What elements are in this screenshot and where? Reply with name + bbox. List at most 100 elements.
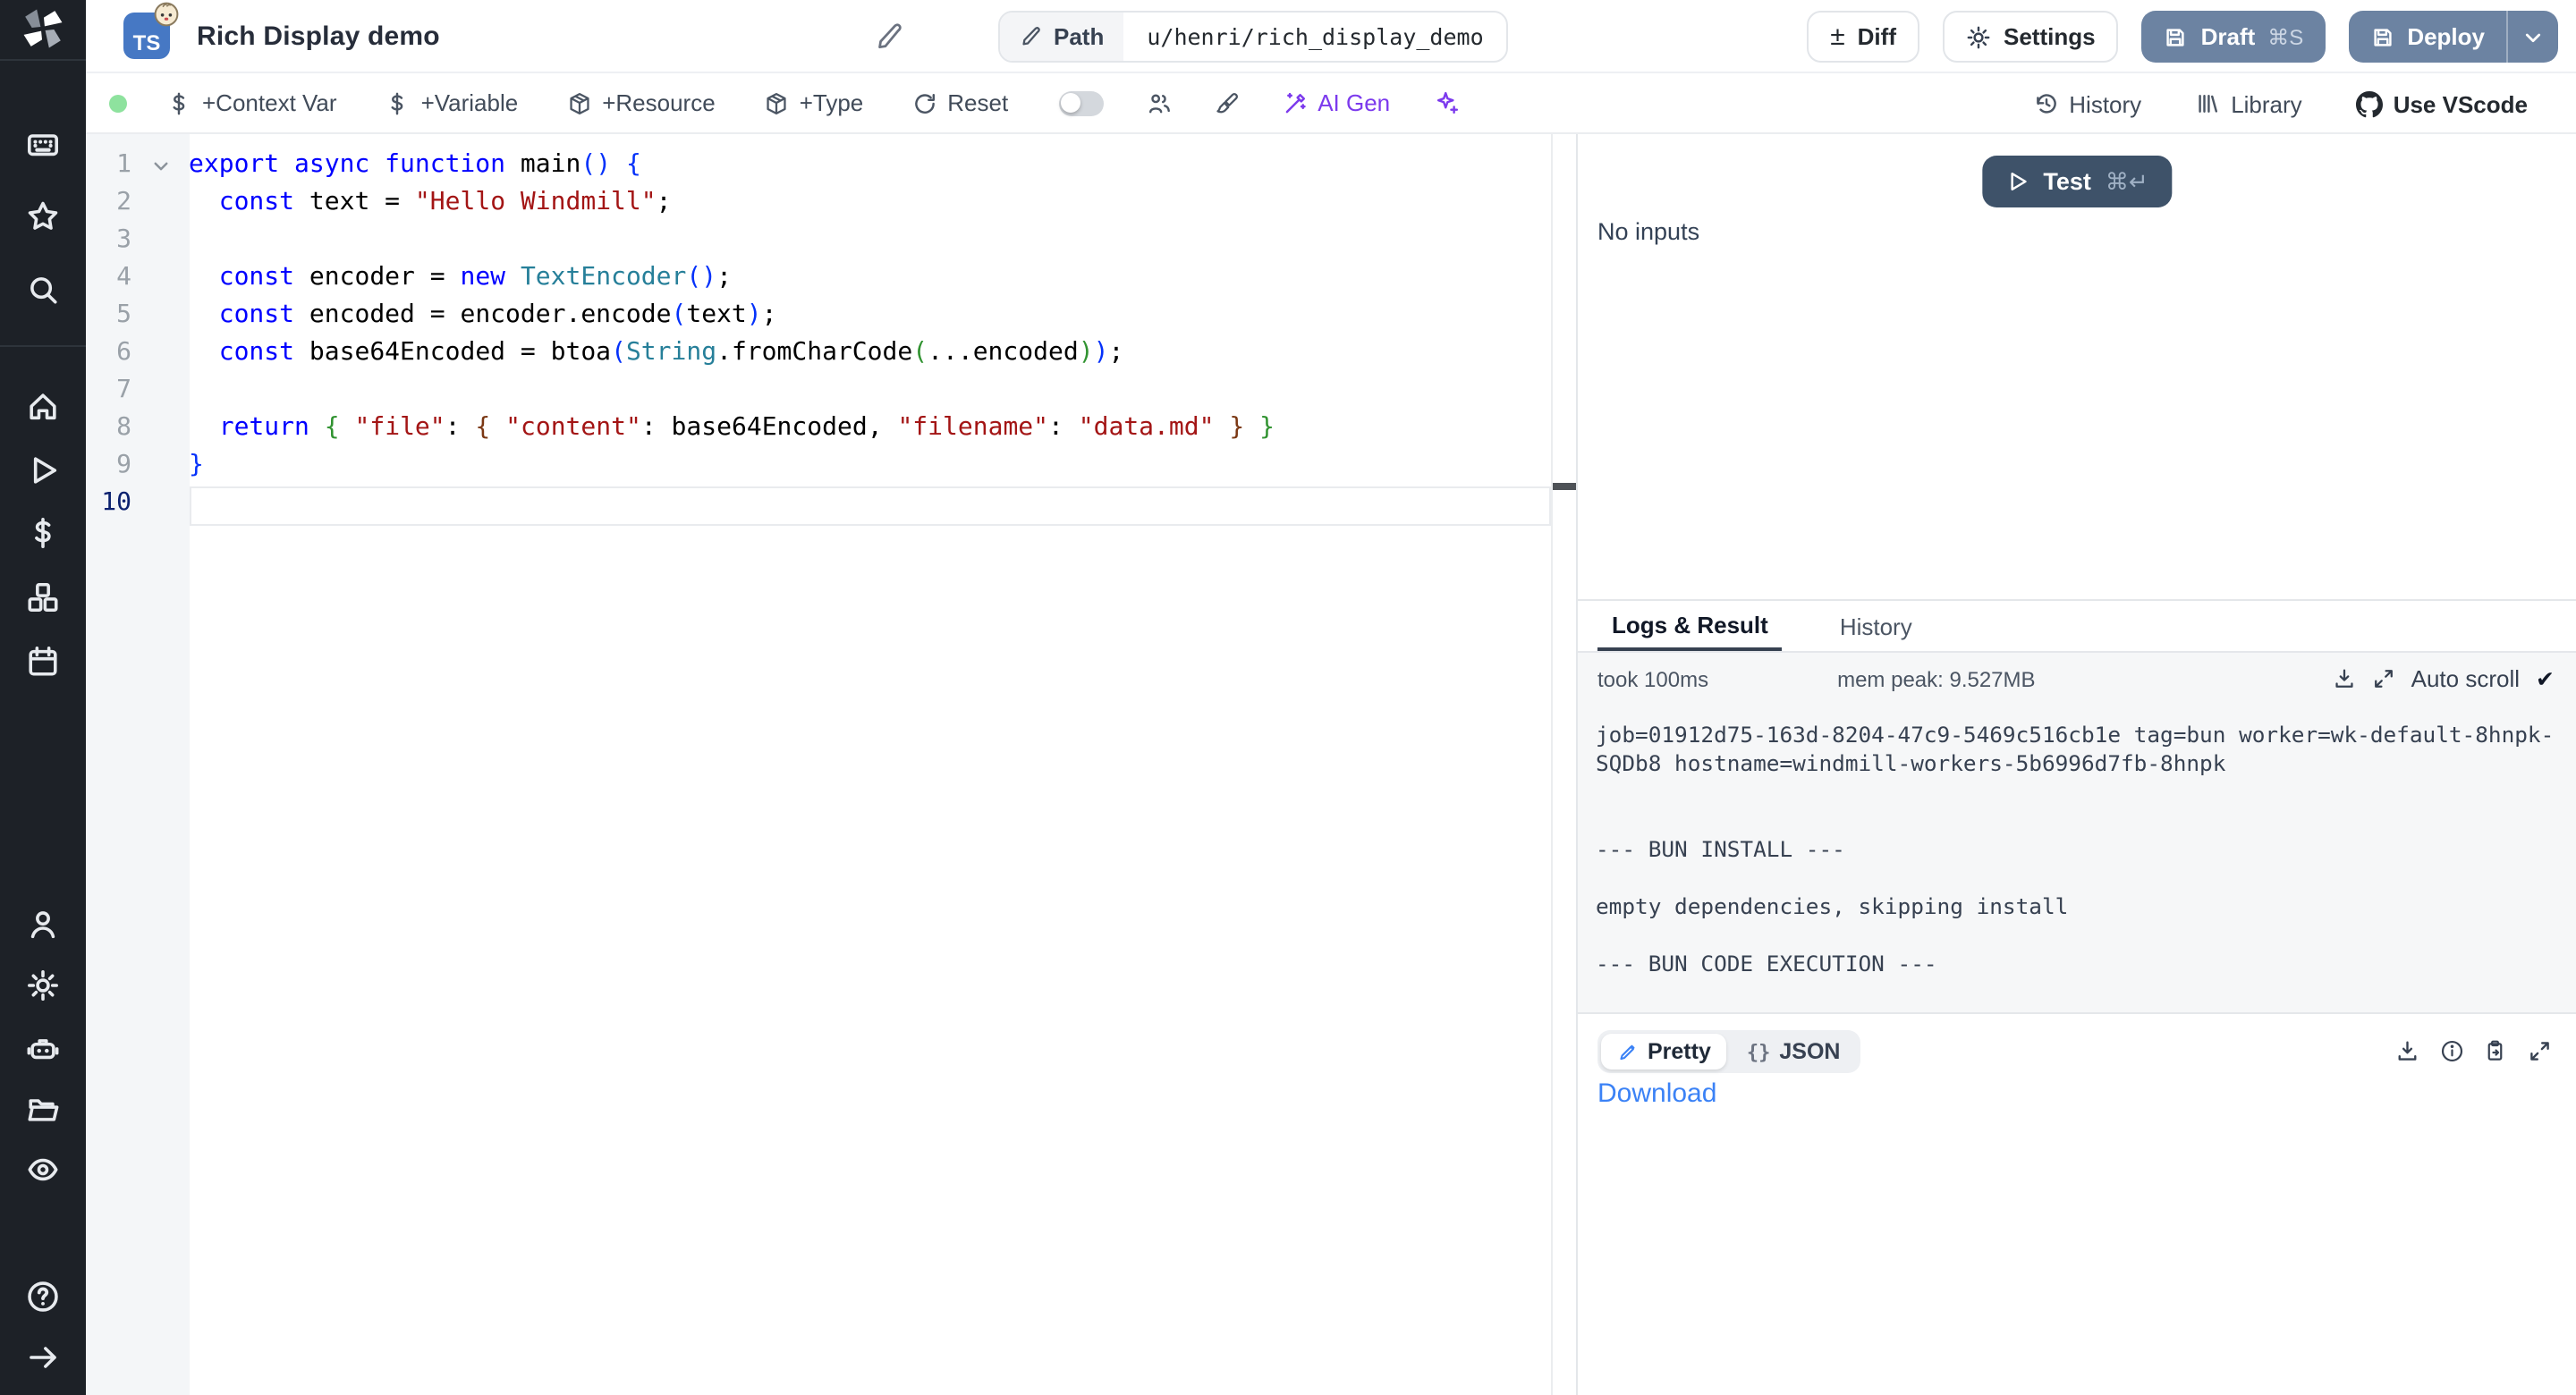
pretty-view-button[interactable]: Pretty [1601, 1034, 1727, 1070]
favorites-star-icon[interactable] [26, 199, 60, 233]
path-chip[interactable]: Path u/henri/rich_display_demo [998, 11, 1509, 63]
collapse-arrow-icon[interactable] [26, 1340, 60, 1374]
code-line[interactable]: 1export async function main() { [86, 147, 1576, 184]
sidebar [0, 0, 86, 1395]
package-icon [764, 90, 789, 115]
duration-text: took 100ms [1597, 666, 1708, 691]
settings-gear-icon[interactable] [26, 968, 60, 1002]
expand-result-icon[interactable] [2527, 1040, 2551, 1064]
workers-robot-icon[interactable] [26, 1031, 60, 1065]
sidebar-divider [0, 59, 86, 61]
deploy-label: Deploy [2407, 23, 2485, 50]
auto-scroll-toggle[interactable]: Auto scroll [2411, 665, 2520, 692]
runs-play-icon[interactable] [26, 453, 60, 487]
users-person-icon[interactable] [26, 908, 60, 942]
tab-logs-result[interactable]: Logs & Result [1597, 601, 1783, 651]
code-editor[interactable]: 1export async function main() {2 const t… [86, 134, 1576, 1395]
add-type-button[interactable]: +Type [764, 89, 864, 116]
code-line[interactable]: 5 const encoded = encoder.encode(text); [86, 297, 1576, 334]
schedules-calendar-icon[interactable] [26, 645, 60, 679]
test-button[interactable]: Test ⌘↵ [1982, 156, 2171, 207]
fold-gutter [131, 485, 189, 522]
download-file-link[interactable]: Download [1597, 1078, 1716, 1109]
format-code-button[interactable] [1214, 90, 1239, 115]
library-button[interactable]: Library [2195, 90, 2302, 117]
ai-gen-button[interactable]: AI Gen [1282, 89, 1390, 116]
header: TS Rich Display demo [86, 0, 2576, 73]
diff-label: Diff [1858, 23, 1896, 50]
home-icon[interactable] [26, 389, 60, 423]
edit-summary-pencil-icon[interactable] [875, 21, 905, 52]
fold-gutter [131, 184, 189, 222]
audit-logs-eye-icon[interactable] [26, 1153, 60, 1187]
path-value[interactable]: u/henri/rich_display_demo [1123, 13, 1506, 61]
logs-section: Logs & Result History took 100ms mem pea… [1578, 599, 2576, 1012]
code-line[interactable]: 4 const encoder = new TextEncoder(); [86, 259, 1576, 297]
add-context-var-button[interactable]: +Context Var [166, 89, 337, 116]
expand-logs-icon[interactable] [2372, 667, 2395, 690]
tab-history[interactable]: History [1826, 601, 1927, 651]
diff-icon: ± [1830, 23, 1844, 50]
download-logs-icon[interactable] [2333, 667, 2356, 690]
info-icon[interactable] [2439, 1040, 2463, 1064]
reset-label: Reset [947, 89, 1008, 116]
fold-gutter [131, 372, 189, 410]
settings-label: Settings [2004, 23, 2096, 50]
draft-shortcut: ⌘S [2267, 24, 2303, 49]
result-view-switch: Pretty {} JSON [1597, 1030, 1860, 1073]
line-number: 3 [86, 222, 131, 259]
deploy-main[interactable]: Deploy [2348, 11, 2506, 63]
code-line[interactable]: 2 const text = "Hello Windmill"; [86, 184, 1576, 222]
line-number: 5 [86, 297, 131, 334]
deploy-dropdown[interactable] [2506, 11, 2558, 63]
ai-sparkles-icon[interactable] [1433, 89, 1460, 116]
language-badge: TS [123, 13, 170, 59]
code-line[interactable]: 8 return { "file": { "content": base64En… [86, 410, 1576, 447]
code-line[interactable]: 7 [86, 372, 1576, 410]
magic-wand-icon [1282, 90, 1307, 115]
save-icon [2164, 24, 2189, 49]
no-inputs-text: No inputs [1597, 218, 1699, 245]
use-vscode-button[interactable]: Use VScode [2356, 90, 2528, 117]
code-text: export async function main() { [189, 147, 641, 184]
fold-gutter [131, 410, 189, 447]
deploy-button[interactable]: Deploy [2348, 11, 2558, 63]
search-icon[interactable] [26, 273, 60, 307]
result-section: Pretty {} JSON [1578, 1012, 2576, 1395]
path-label-segment[interactable]: Path [1000, 13, 1123, 61]
add-resource-button[interactable]: +Resource [566, 89, 715, 116]
github-icon [2356, 90, 2383, 117]
reset-button[interactable]: Reset [911, 89, 1008, 116]
diff-button[interactable]: ± Diff [1807, 11, 1919, 63]
variables-dollar-icon[interactable] [26, 516, 60, 550]
draft-button[interactable]: Draft ⌘S [2142, 11, 2326, 63]
download-result-icon[interactable] [2395, 1040, 2419, 1064]
logs-tabs: Logs & Result History [1578, 601, 2576, 653]
collaborators-icon[interactable] [1146, 90, 1171, 115]
folders-icon[interactable] [26, 1092, 60, 1126]
resources-boxes-icon[interactable] [26, 580, 60, 614]
code-line[interactable]: 6 const base64Encoded = btoa(String.from… [86, 334, 1576, 372]
status-dot [109, 94, 127, 112]
refresh-icon [911, 90, 936, 115]
copy-clipboard-icon[interactable] [2483, 1040, 2507, 1064]
pretty-label: Pretty [1648, 1039, 1711, 1064]
add-variable-button[interactable]: +Variable [386, 89, 519, 116]
overview-ruler[interactable] [1551, 134, 1576, 1395]
save-icon [2369, 24, 2394, 49]
windmill-logo-icon[interactable] [20, 5, 66, 52]
code-line[interactable]: 9} [86, 447, 1576, 485]
multiplayer-toggle[interactable] [1058, 90, 1103, 115]
line-number: 9 [86, 447, 131, 485]
json-view-button[interactable]: {} JSON [1731, 1034, 1857, 1070]
ai-gen-label: AI Gen [1318, 89, 1390, 116]
fold-gutter [131, 259, 189, 297]
quick-switcher-icon[interactable] [26, 128, 60, 162]
fold-chevron-icon[interactable] [131, 147, 189, 184]
settings-button[interactable]: Settings [1943, 11, 2119, 63]
gear-icon [1966, 24, 1991, 49]
history-button[interactable]: History [2033, 90, 2141, 117]
help-question-icon[interactable] [26, 1280, 60, 1314]
code-line[interactable]: 3 [86, 222, 1576, 259]
chevron-down-icon [2522, 26, 2544, 47]
